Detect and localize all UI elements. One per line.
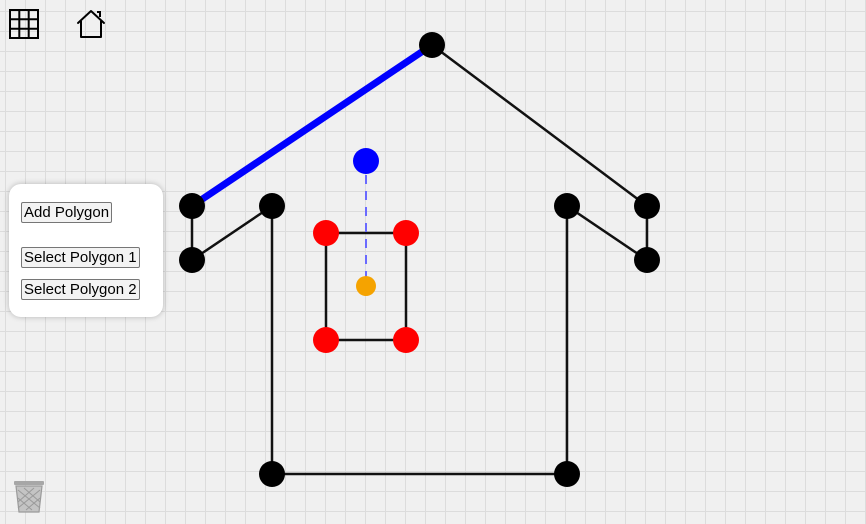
home-icon[interactable] — [75, 8, 107, 40]
select-polygon-1-button[interactable]: Select Polygon 1 — [21, 247, 140, 268]
window-vertex-bottom-right[interactable] — [393, 327, 419, 353]
add-polygon-button[interactable]: Add Polygon — [21, 202, 113, 223]
vertex-left-eave-bottom[interactable] — [179, 247, 205, 273]
polygon-center-point[interactable] — [356, 276, 376, 296]
window-vertex-top-right[interactable] — [393, 220, 419, 246]
polygon-panel: Add Polygon Select Polygon 1 Select Poly… — [9, 184, 163, 317]
vertex-right-wall-top[interactable] — [554, 193, 580, 219]
polygon-1-selected-edge[interactable] — [188, 41, 436, 210]
vertex-left-wall-top[interactable] — [259, 193, 285, 219]
trash-icon[interactable] — [12, 478, 46, 514]
window-vertex-bottom-left[interactable] — [313, 327, 339, 353]
rotation-handle[interactable] — [353, 148, 379, 174]
vertex-roof-peak[interactable] — [419, 32, 445, 58]
polygon-1-outline[interactable] — [190, 43, 649, 476]
window-vertex-top-left[interactable] — [313, 220, 339, 246]
vertex-right-eave-top[interactable] — [634, 193, 660, 219]
vertex-bottom-left[interactable] — [259, 461, 285, 487]
vertex-left-eave-top[interactable] — [179, 193, 205, 219]
select-polygon-2-button[interactable]: Select Polygon 2 — [21, 279, 140, 300]
vertex-bottom-right[interactable] — [554, 461, 580, 487]
vertex-right-eave-bottom[interactable] — [634, 247, 660, 273]
grid-icon[interactable] — [8, 8, 40, 40]
